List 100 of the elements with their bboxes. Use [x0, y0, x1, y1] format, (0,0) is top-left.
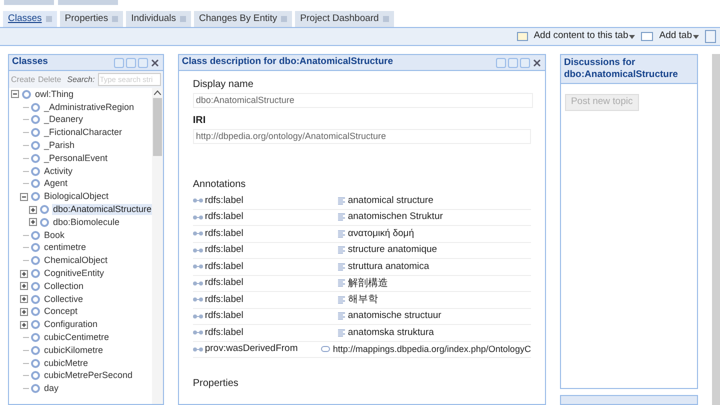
scroll-up-icon[interactable]	[154, 90, 161, 95]
annotation-value: anatomical structure	[348, 194, 434, 208]
panel-title: Classes	[12, 55, 48, 70]
panel-tool-icon[interactable]	[114, 58, 124, 68]
panel-title: Discussions for dbo:AnatomicalStructure	[564, 57, 679, 81]
annotation-property[interactable]: rdfs:label	[204, 276, 244, 290]
annotation-value: 解剖構造	[348, 276, 388, 291]
annotation-value: struttura anatomica	[348, 260, 430, 274]
text-lines-icon	[338, 328, 345, 337]
tree-item[interactable]: _AdministrativeRegion	[43, 102, 136, 113]
tree-item[interactable]: BiologicalObject	[43, 191, 110, 202]
panel-tool-icon[interactable]	[508, 58, 518, 68]
expand-icon[interactable]	[29, 218, 37, 226]
annotation-value: anatomischen Struktur	[348, 210, 443, 224]
iri-field[interactable]: http://dbpedia.org/ontology/AnatomicalStructure	[192, 129, 531, 144]
text-lines-icon	[338, 279, 345, 288]
tree-item[interactable]: _FictionalCharacter	[43, 127, 124, 138]
annotation-property[interactable]: rdfs:label	[204, 210, 244, 224]
property-icon	[192, 346, 203, 352]
property-icon	[192, 330, 203, 336]
tab[interactable]: Classes	[3, 11, 57, 27]
tree-item[interactable]: Collective	[43, 294, 84, 305]
display-name-field[interactable]: dbo:AnatomicalStructure	[192, 93, 533, 108]
tree-item[interactable]: Configuration	[43, 319, 99, 330]
expand-icon[interactable]	[20, 320, 28, 329]
tree-item[interactable]: dbo:AnatomicalStructure	[52, 204, 152, 216]
text-lines-icon	[338, 230, 345, 238]
add-content-menu[interactable]: Add content to this tab	[534, 29, 628, 44]
caret-icon[interactable]	[693, 34, 699, 38]
collapse-icon[interactable]	[20, 192, 28, 201]
tab[interactable]: Project Dashboard	[295, 11, 394, 27]
close-icon[interactable]	[532, 58, 542, 68]
annotation-property[interactable]: rdfs:label	[204, 194, 244, 208]
tree-item[interactable]: Concept	[43, 306, 79, 318]
property-icon	[192, 198, 203, 204]
field-label: Display name	[192, 78, 254, 92]
tree-item[interactable]: cubicCentimetre	[43, 332, 110, 344]
tree-item[interactable]: centimetre	[43, 242, 88, 254]
top-tab[interactable]	[4, 0, 54, 5]
document-icon[interactable]	[705, 30, 716, 43]
tree-item[interactable]: Book	[43, 230, 66, 241]
tab[interactable]: Individuals	[126, 11, 191, 27]
tree-item[interactable]: owl:Thing	[34, 88, 75, 100]
section-heading: Properties	[192, 377, 240, 391]
panel-tool-icon[interactable]	[496, 58, 506, 68]
expand-icon[interactable]	[29, 206, 37, 214]
link-icon	[320, 346, 330, 352]
field-label: IRI	[192, 114, 207, 128]
panel-tool-icon[interactable]	[126, 58, 136, 68]
expand-icon[interactable]	[20, 282, 28, 290]
text-lines-icon	[338, 312, 345, 320]
scrollbar-thumb[interactable]	[152, 98, 162, 156]
tree-item[interactable]: cubicMetrePerSecond	[43, 370, 134, 382]
tree-item[interactable]: ChemicalObject	[43, 255, 109, 266]
grid-icon	[516, 32, 528, 41]
close-icon[interactable]	[150, 58, 160, 68]
annotation-property[interactable]: prov:wasDerivedFrom	[204, 342, 298, 356]
tree-item[interactable]: _Parish	[43, 140, 76, 152]
text-lines-icon	[338, 246, 345, 254]
expand-icon[interactable]	[20, 270, 28, 278]
tree-item[interactable]: _PersonalEvent	[43, 152, 109, 164]
scrollbar[interactable]	[712, 54, 720, 405]
annotation-property[interactable]: rdfs:label	[204, 260, 244, 274]
expand-icon[interactable]	[20, 308, 28, 316]
tree-item[interactable]: CognitiveEntity	[43, 268, 106, 280]
tree-item[interactable]: cubicMetre	[43, 358, 90, 369]
add-tab-menu[interactable]: Add tab	[659, 29, 692, 44]
text-lines-icon	[338, 196, 345, 205]
tree-item[interactable]: cubicKilometre	[43, 344, 104, 356]
scrollbar[interactable]	[152, 88, 163, 404]
tree-item[interactable]: dbo:Biomolecule	[52, 216, 121, 228]
annotation-value[interactable]: http://mappings.dbpedia.org/index.php/OntologyC	[332, 342, 531, 356]
property-icon	[192, 231, 203, 236]
text-lines-icon	[338, 296, 345, 304]
annotation-property[interactable]: rdfs:label	[204, 292, 244, 307]
annotation-property[interactable]: rdfs:label	[204, 309, 244, 324]
annotation-value: ανατομική δομή	[348, 226, 414, 241]
property-icon	[192, 264, 203, 270]
tree-item[interactable]: day	[43, 383, 60, 394]
caret-icon[interactable]	[629, 34, 636, 38]
tree-item[interactable]: _Deanery	[43, 114, 84, 126]
tree-item[interactable]: Activity	[43, 166, 74, 177]
annotation-value: anatomska struktura	[348, 326, 434, 340]
tree-item[interactable]: Agent	[43, 178, 69, 190]
annotation-property[interactable]: rdfs:label	[204, 226, 244, 241]
annotation-value: anatomische structuur	[348, 309, 442, 324]
annotation-property[interactable]: rdfs:label	[204, 243, 244, 258]
section-heading: Annotations	[192, 178, 247, 192]
property-icon	[192, 297, 203, 302]
tree-item[interactable]: Collection	[43, 280, 85, 292]
expand-icon[interactable]	[20, 295, 28, 304]
annotation-value: structure anatomique	[348, 243, 438, 258]
collapse-icon[interactable]	[11, 90, 19, 98]
annotation-property[interactable]: rdfs:label	[204, 326, 244, 340]
annotation-value: 해부학	[348, 293, 378, 308]
tab[interactable]: Properties	[60, 11, 124, 27]
top-tab[interactable]	[58, 0, 118, 5]
tab[interactable]: Changes By Entity	[194, 11, 292, 27]
text-lines-icon	[338, 213, 345, 222]
window-add-icon	[641, 32, 654, 41]
